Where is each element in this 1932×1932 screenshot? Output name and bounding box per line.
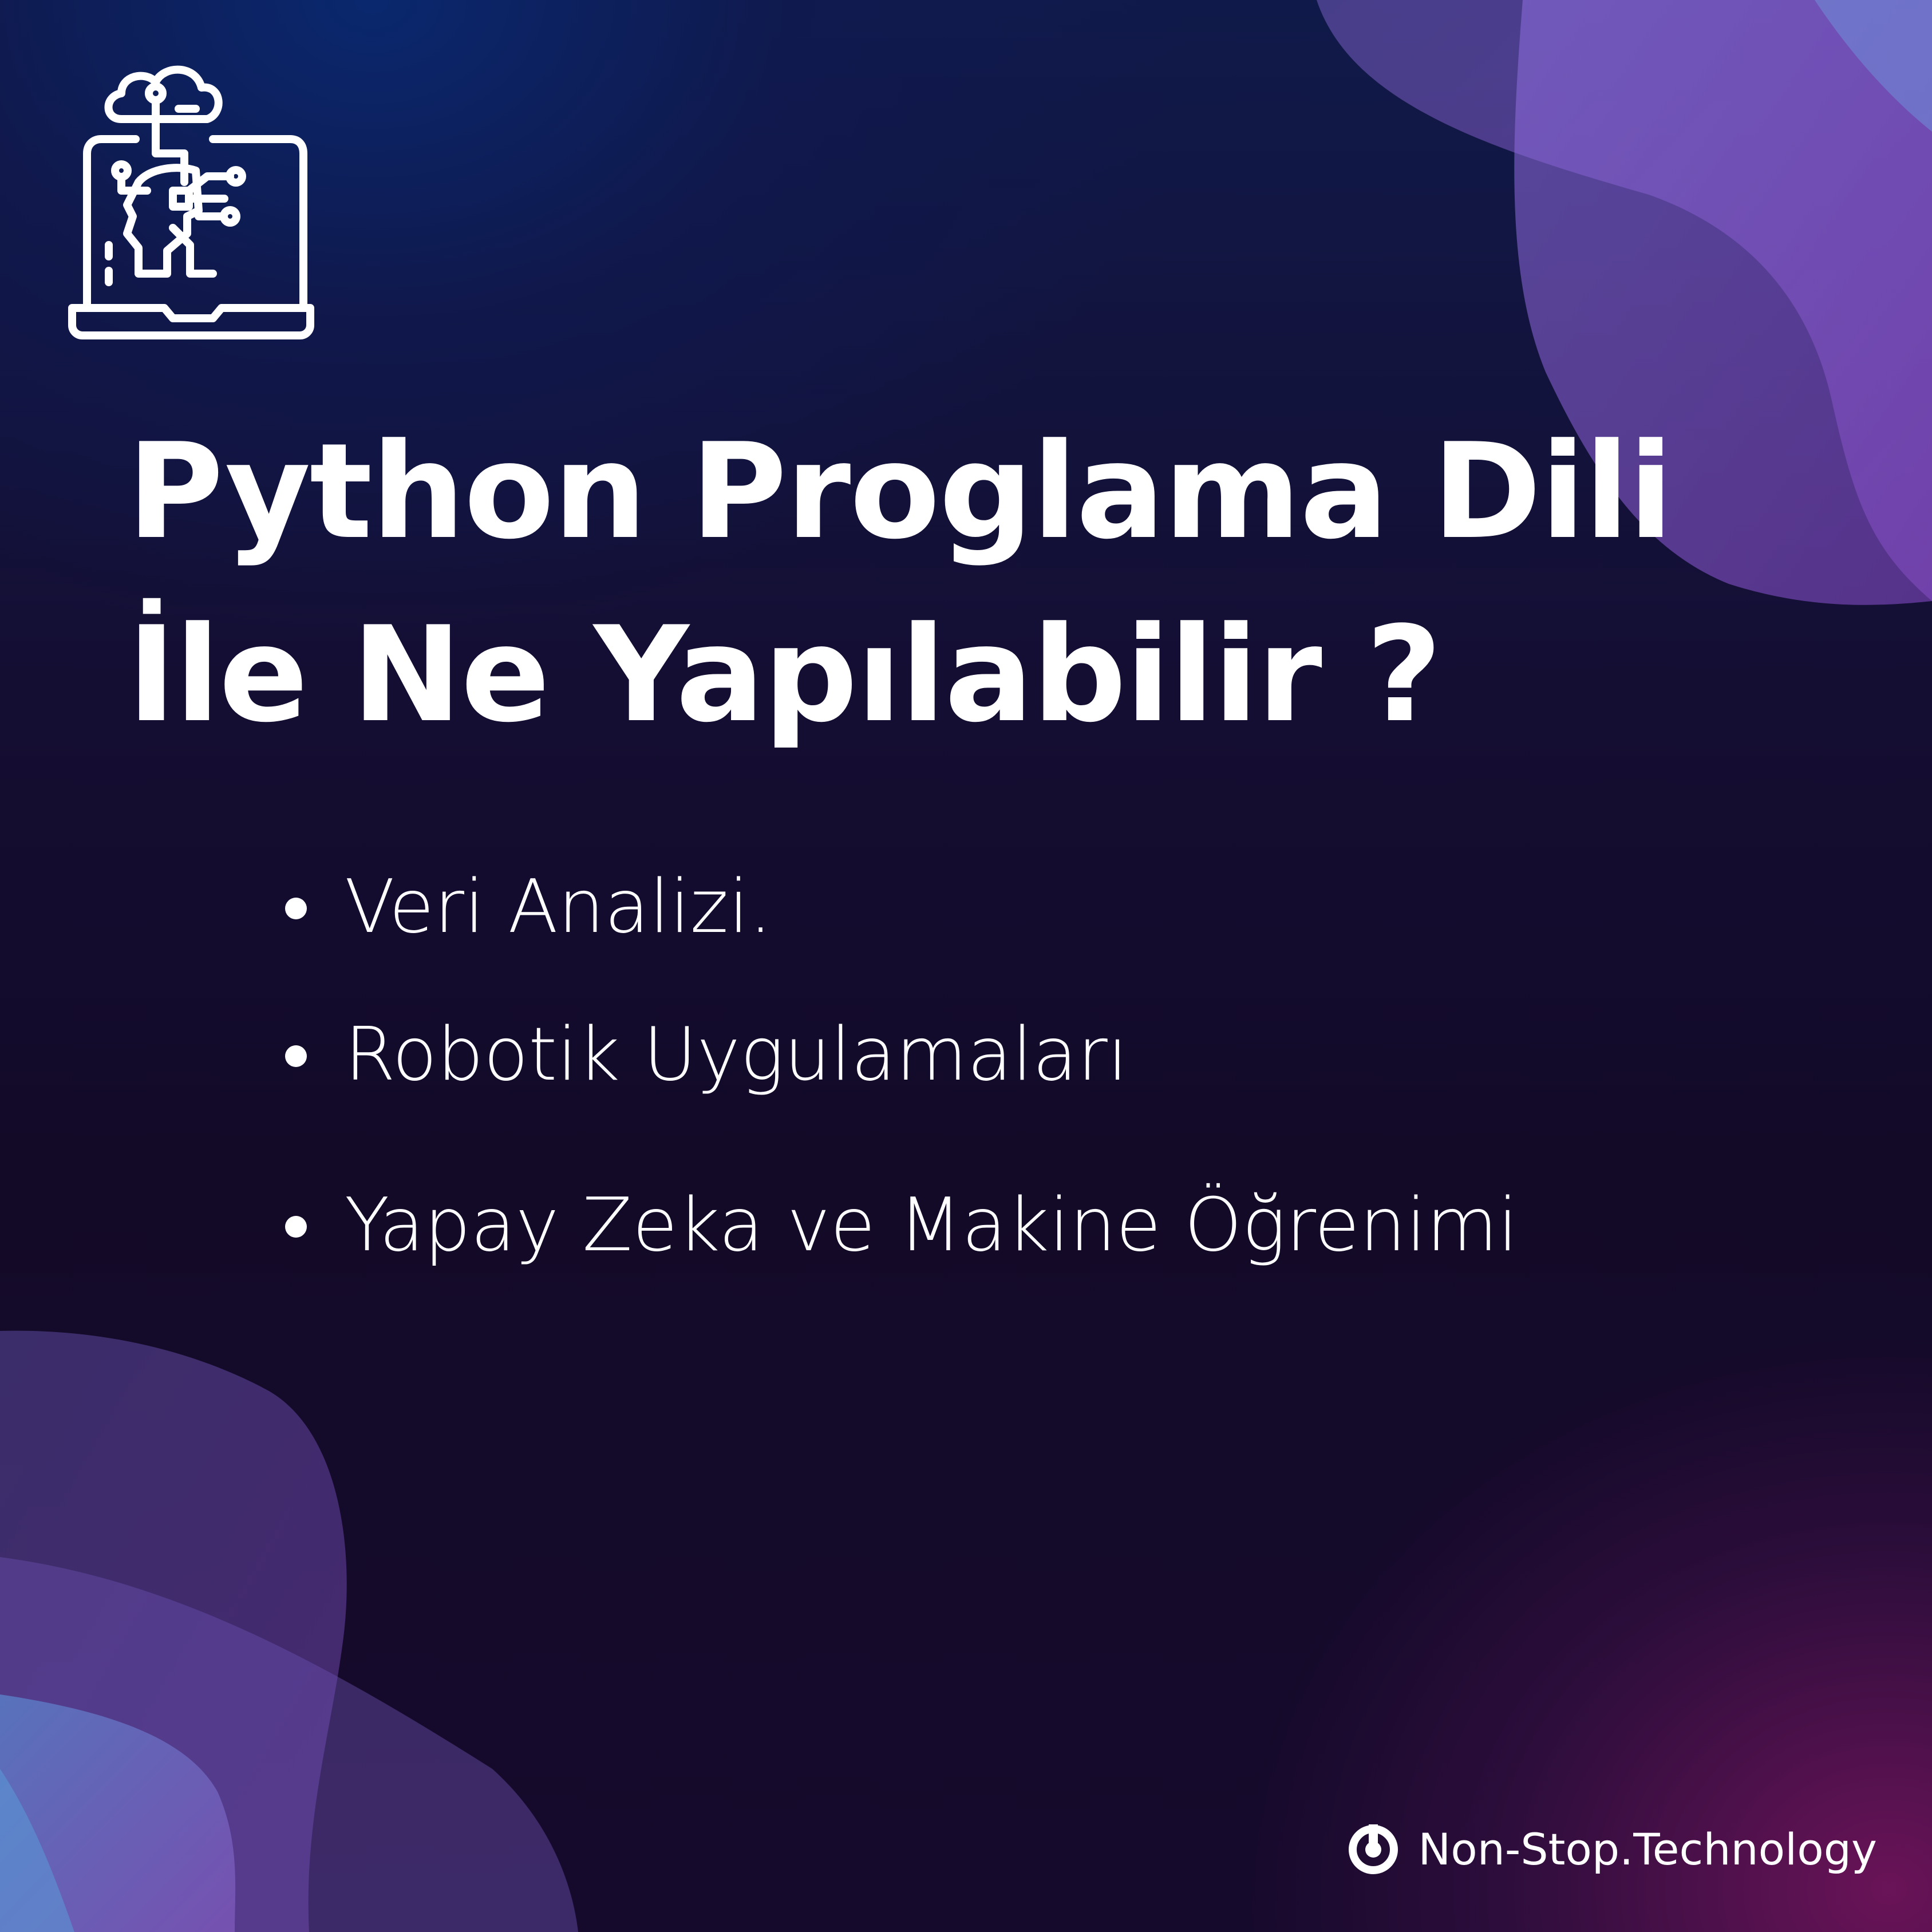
title-line-2: İle Ne Yapılabilir ? xyxy=(127,599,1442,752)
brand-logo-icon xyxy=(1349,1824,1398,1874)
bullet-dot-icon xyxy=(285,898,307,919)
list-item-label: Yapay Zeka ve Makine Öğrenimi xyxy=(345,1183,1518,1268)
list-item: Robotik Uygulamaları xyxy=(280,1006,1518,1104)
feature-list: Veri Analizi. Robotik Uygulamaları Yapay… xyxy=(280,859,1518,1274)
list-item-label: Veri Analizi. xyxy=(345,864,772,950)
page-title: Python Proglama Dili İle Ne Yapılabilir … xyxy=(127,401,1730,767)
laptop-ai-cloud-icon xyxy=(68,65,314,339)
list-item-label: Robotik Uygulamaları xyxy=(345,1012,1128,1097)
title-line-1: Python Proglama Dili xyxy=(127,416,1673,568)
bullet-dot-icon xyxy=(285,1216,307,1238)
list-item: Veri Analizi. xyxy=(280,859,1518,956)
brand-name: Non-Stop.Technology xyxy=(1418,1824,1877,1875)
bullet-dot-icon xyxy=(285,1045,307,1067)
list-item: Yapay Zeka ve Makine Öğrenimi xyxy=(280,1177,1518,1274)
brand-footer: Non-Stop.Technology xyxy=(1346,1822,1877,1877)
